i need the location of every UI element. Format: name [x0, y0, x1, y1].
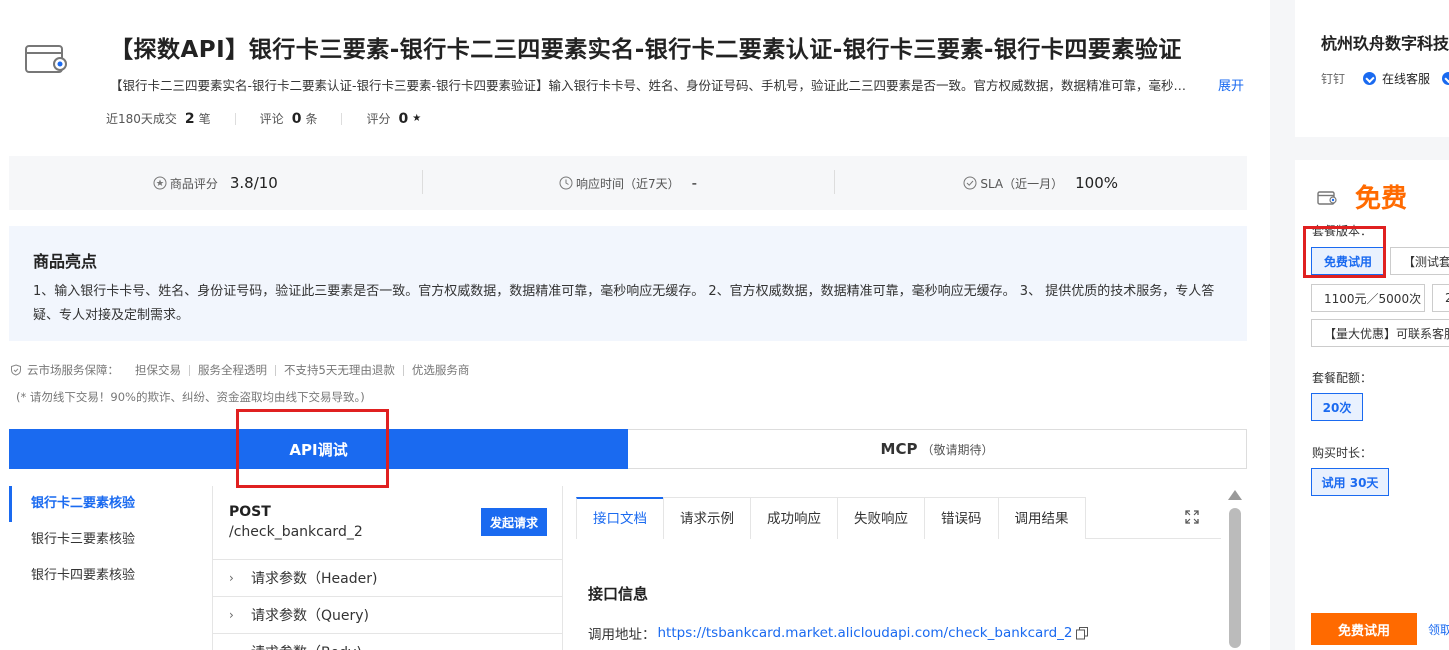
- coupon-link[interactable]: 领取: [1428, 621, 1449, 638]
- version-option-free-trial[interactable]: 免费试用: [1311, 247, 1385, 275]
- price-label: 免费: [1355, 184, 1408, 214]
- param-query-row[interactable]: › 请求参数（Query): [213, 596, 563, 633]
- shield-icon: [11, 364, 21, 376]
- check-badge-icon: [1363, 72, 1377, 85]
- http-method: POST: [229, 504, 271, 520]
- doc-tab-error-codes[interactable]: 错误码: [924, 497, 999, 539]
- online-cs-link[interactable]: 在线客服: [1382, 70, 1430, 87]
- main-content: 【探数API】银行卡三要素-银行卡二三四要素实名-银行卡二要素认证-银行卡三要素…: [0, 0, 1270, 650]
- version-label: 套餐版本：: [1312, 224, 1373, 238]
- param-body-row[interactable]: ⌄ 请求参数（Body): [213, 633, 563, 650]
- product-subtitle: 【银行卡二三四要素实名-银行卡二要素认证-银行卡三要素-银行卡四要素验证】输入银…: [110, 78, 1190, 93]
- purchase-card: 免费 套餐版本： 免费试用 【测试套餐】 1100元／5000次 2 【量大优惠…: [1295, 160, 1449, 650]
- offline-trade-warning: (* 请勿线下交易！90%的欺诈、纠纷、资金盗取均由线下交易导致。): [16, 390, 365, 404]
- star-icon: ★: [412, 113, 422, 124]
- scroll-up-icon[interactable]: [1228, 490, 1242, 500]
- scroll-thumb[interactable]: [1229, 508, 1241, 648]
- copy-icon[interactable]: [1075, 626, 1089, 640]
- free-trial-button[interactable]: 免费试用: [1311, 613, 1417, 645]
- param-header-row[interactable]: › 请求参数（Header): [213, 559, 563, 596]
- star-circle-icon: [153, 176, 167, 190]
- api-url-row: 调用地址： https://tsbankcard.market.alicloud…: [588, 623, 1089, 643]
- metric-sla: SLA（近一月） 100%: [834, 170, 1247, 194]
- vendor-name[interactable]: 杭州玖舟数字科技有限公司: [1321, 30, 1449, 54]
- doc-tab-failure-response[interactable]: 失败响应: [837, 497, 925, 539]
- fullscreen-icon[interactable]: [1185, 510, 1199, 524]
- duration-option-30d[interactable]: 试用 30天: [1311, 468, 1389, 496]
- main-tabs: API调试 MCP （敬请期待）: [9, 429, 1247, 469]
- expand-link[interactable]: 展开: [1218, 75, 1244, 94]
- api-path: /check_bankcard_2: [229, 524, 363, 540]
- doc-tab-request-example[interactable]: 请求示例: [663, 497, 751, 539]
- vendor-card: 杭州玖舟数字科技有限公司 钉钉 在线客服: [1295, 0, 1449, 137]
- api-url-link[interactable]: https://tsbankcard.market.alicloudapi.co…: [658, 625, 1073, 641]
- bank-card-icon: [25, 45, 67, 73]
- quota-label: 套餐配额：: [1312, 371, 1373, 385]
- dingtalk-label[interactable]: 钉钉: [1321, 70, 1345, 87]
- version-option-5000[interactable]: 1100元／5000次: [1311, 284, 1425, 312]
- tab-api-debug[interactable]: API调试: [9, 429, 628, 469]
- tab-mcp[interactable]: MCP （敬请期待）: [628, 430, 1246, 468]
- request-panel: POST /check_bankcard_2 发起请求 › 请求参数（Heade…: [213, 486, 563, 650]
- highlights-title: 商品亮点: [33, 252, 98, 271]
- doc-scrollbar[interactable]: [1228, 488, 1242, 650]
- doc-tab-call-result[interactable]: 调用结果: [997, 497, 1086, 539]
- check-circle-icon: [963, 176, 977, 190]
- chevron-down-icon: ⌄: [229, 645, 241, 650]
- clock-icon: [559, 176, 573, 190]
- api-item-bankcard-2[interactable]: 银行卡二要素核验: [9, 486, 212, 522]
- doc-section-heading: 接口信息: [588, 585, 649, 603]
- deals-stat: 近180天成交 2 笔: [106, 110, 211, 127]
- check-badge-icon: [1442, 72, 1449, 85]
- product-highlights: 商品亮点 1、输入银行卡卡号、姓名、身份证号码，验证此三要素是否一致。官方权威数…: [9, 226, 1247, 341]
- version-option-more[interactable]: 2: [1432, 284, 1449, 312]
- api-list: 银行卡二要素核验 银行卡三要素核验 银行卡四要素核验: [9, 486, 213, 650]
- version-option-bulk[interactable]: 【量大优惠】可联系客服: [1311, 319, 1449, 347]
- metrics-bar: 商品评分 3.8/10 响应时间（近7天） - SLA（近一月） 100%: [9, 156, 1247, 210]
- doc-tabs: 接口文档 请求示例 成功响应 失败响应 错误码 调用结果: [576, 497, 1221, 539]
- vendor-contact: 钉钉 在线客服: [1321, 70, 1449, 87]
- wallet-icon: [1317, 191, 1337, 205]
- metric-rating: 商品评分 3.8/10: [9, 174, 422, 192]
- product-title: 【探数API】银行卡三要素-银行卡二三四要素实名-银行卡二要素认证-银行卡三要素…: [110, 37, 1182, 63]
- chevron-right-icon: ›: [229, 571, 234, 585]
- doc-panel: 接口文档 请求示例 成功响应 失败响应 错误码 调用结果 接口信息 调用地址： …: [564, 486, 1247, 650]
- doc-tab-api-doc[interactable]: 接口文档: [576, 497, 664, 539]
- rating-stat: 评分 0 ★: [366, 110, 422, 127]
- api-item-bankcard-4[interactable]: 银行卡四要素核验: [9, 558, 212, 594]
- version-option-test[interactable]: 【测试套餐】: [1390, 247, 1449, 275]
- highlights-text: 1、输入银行卡卡号、姓名、身份证号码，验证此三要素是否一致。官方权威数据，数据精…: [33, 284, 1215, 323]
- comments-stat[interactable]: 评论 0 条: [260, 110, 318, 127]
- duration-label: 购买时长：: [1312, 446, 1373, 460]
- doc-tab-success-response[interactable]: 成功响应: [750, 497, 838, 539]
- metric-response-time: 响应时间（近7天） -: [421, 170, 835, 194]
- api-item-bankcard-3[interactable]: 银行卡三要素核验: [9, 522, 212, 558]
- service-guarantee: 云市场服务保障： 担保交易 服务全程透明 不支持5天无理由退款 优选服务商: [10, 362, 469, 378]
- product-stats: 近180天成交 2 笔 评论 0 条 评分 0 ★: [106, 110, 421, 127]
- quota-option-20[interactable]: 20次: [1311, 393, 1363, 421]
- chevron-right-icon: ›: [229, 608, 234, 622]
- send-request-button[interactable]: 发起请求: [481, 508, 547, 536]
